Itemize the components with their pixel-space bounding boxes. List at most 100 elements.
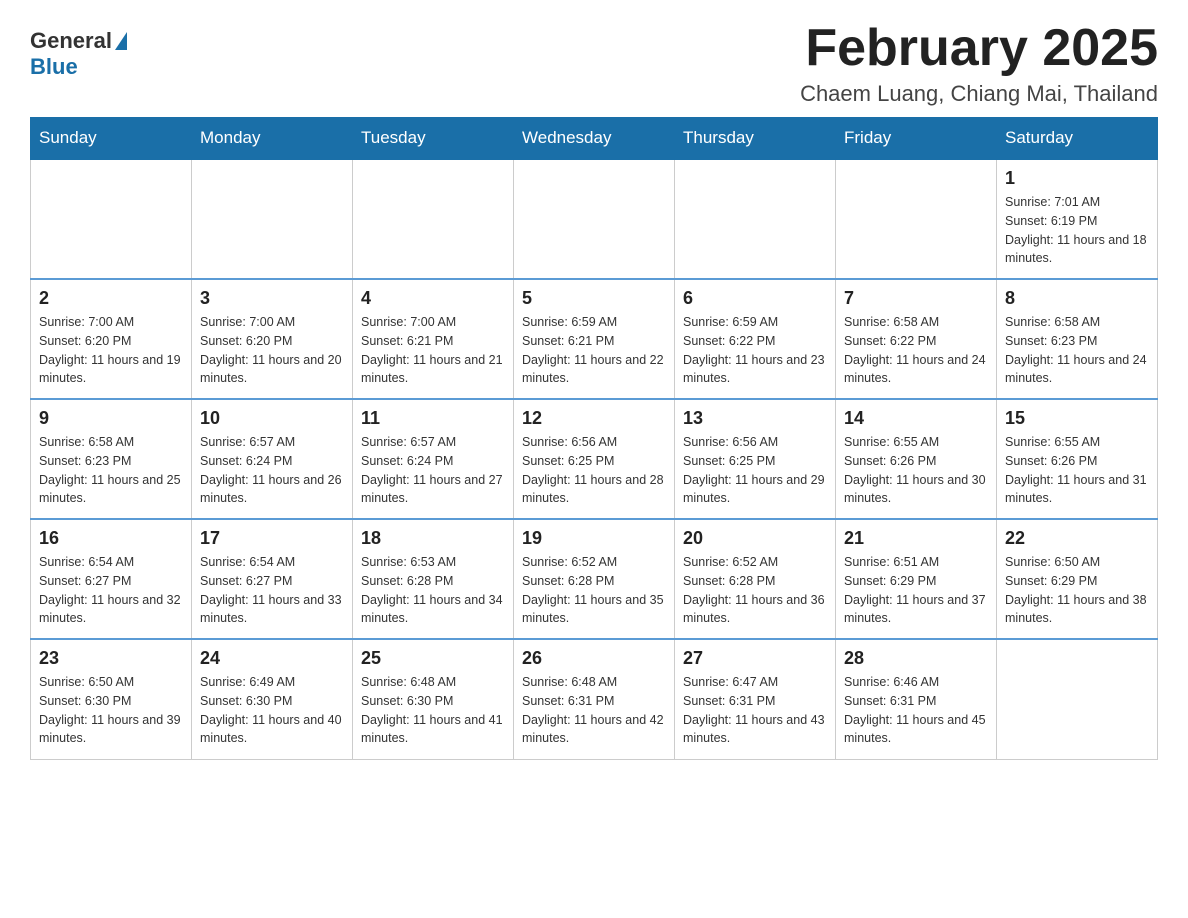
calendar-cell-w1-d2	[353, 159, 514, 279]
header-friday: Friday	[836, 118, 997, 160]
sunset-text: Sunset: 6:25 PM	[683, 452, 827, 471]
daylight-text: Daylight: 11 hours and 25 minutes.	[39, 471, 183, 509]
sunrise-text: Sunrise: 6:56 AM	[683, 433, 827, 452]
sunrise-text: Sunrise: 6:54 AM	[39, 553, 183, 572]
sunrise-text: Sunrise: 6:59 AM	[522, 313, 666, 332]
sunset-text: Sunset: 6:30 PM	[200, 692, 344, 711]
calendar-cell-w4-d3: 19Sunrise: 6:52 AMSunset: 6:28 PMDayligh…	[514, 519, 675, 639]
calendar-cell-w3-d6: 15 Sunrise: 6:55 AMSunset: 6:26 PMDayligh…	[997, 399, 1158, 519]
day-number: 26	[522, 648, 666, 669]
sunrise-text: Sunrise: 6:55 AM	[844, 433, 988, 452]
calendar-cell-w1-d4	[675, 159, 836, 279]
daylight-text: Daylight: 11 hours and 26 minutes.	[200, 471, 344, 509]
day-info: Sunrise: 6:48 AMSunset: 6:30 PMDaylight:…	[361, 673, 505, 748]
sunset-text: Sunset: 6:23 PM	[1005, 332, 1149, 351]
daylight-text: Daylight: 11 hours and 27 minutes.	[361, 471, 505, 509]
header-tuesday: Tuesday	[353, 118, 514, 160]
day-info: Sunrise: 6:58 AMSunset: 6:23 PMDaylight:…	[1005, 313, 1149, 388]
week-row-1: 1Sunrise: 7:01 AMSunset: 6:19 PMDaylight…	[31, 159, 1158, 279]
day-number: 2	[39, 288, 183, 309]
week-row-4: 16Sunrise: 6:54 AMSunset: 6:27 PMDayligh…	[31, 519, 1158, 639]
sunrise-text: Sunrise: 6:48 AM	[361, 673, 505, 692]
location-title: Chaem Luang, Chiang Mai, Thailand	[800, 81, 1158, 107]
sunset-text: Sunset: 6:26 PM	[1005, 452, 1149, 471]
daylight-text: Daylight: 11 hours and 36 minutes.	[683, 591, 827, 629]
day-info: Sunrise: 7:01 AMSunset: 6:19 PMDaylight:…	[1005, 193, 1149, 268]
month-title: February 2025	[800, 20, 1158, 77]
day-info: Sunrise: 6:58 AMSunset: 6:22 PMDaylight:…	[844, 313, 988, 388]
daylight-text: Daylight: 11 hours and 29 minutes.	[683, 471, 827, 509]
sunset-text: Sunset: 6:20 PM	[39, 332, 183, 351]
header-sunday: Sunday	[31, 118, 192, 160]
sunset-text: Sunset: 6:25 PM	[522, 452, 666, 471]
page-header: General Blue February 2025 Chaem Luang, …	[30, 20, 1158, 107]
calendar-cell-w4-d2: 18Sunrise: 6:53 AMSunset: 6:28 PMDayligh…	[353, 519, 514, 639]
sunset-text: Sunset: 6:29 PM	[1005, 572, 1149, 591]
daylight-text: Daylight: 11 hours and 20 minutes.	[200, 351, 344, 389]
day-info: Sunrise: 6:46 AMSunset: 6:31 PMDaylight:…	[844, 673, 988, 748]
daylight-text: Daylight: 11 hours and 45 minutes.	[844, 711, 988, 749]
calendar-cell-w3-d4: 13 Sunrise: 6:56 AMSunset: 6:25 PMDayligh…	[675, 399, 836, 519]
daylight-text: Daylight: 11 hours and 24 minutes.	[1005, 351, 1149, 389]
week-row-3: 9Sunrise: 6:58 AMSunset: 6:23 PMDaylight…	[31, 399, 1158, 519]
logo: General Blue	[30, 20, 127, 80]
sunset-text: Sunset: 6:30 PM	[39, 692, 183, 711]
day-number: 12	[522, 408, 666, 429]
day-info: Sunrise: 6:56 AMSunset: 6:25 PMDaylight:…	[683, 433, 827, 508]
daylight-text: Daylight: 11 hours and 41 minutes.	[361, 711, 505, 749]
day-number: 3	[200, 288, 344, 309]
daylight-text: Daylight: 11 hours and 38 minutes.	[1005, 591, 1149, 629]
calendar-cell-w4-d0: 16 Sunrise: 6:54 AMSunset: 6:27 PMDayligh…	[31, 519, 192, 639]
day-info: Sunrise: 6:59 AMSunset: 6:21 PMDaylight:…	[522, 313, 666, 388]
sunset-text: Sunset: 6:24 PM	[200, 452, 344, 471]
sunrise-text: Sunrise: 6:59 AM	[683, 313, 827, 332]
sunrise-text: Sunrise: 6:50 AM	[39, 673, 183, 692]
day-number: 8	[1005, 288, 1149, 309]
day-number: 5	[522, 288, 666, 309]
sunrise-text: Sunrise: 6:58 AM	[39, 433, 183, 452]
calendar-cell-w1-d0	[31, 159, 192, 279]
daylight-text: Daylight: 11 hours and 35 minutes.	[522, 591, 666, 629]
sunset-text: Sunset: 6:21 PM	[522, 332, 666, 351]
calendar-table: Sunday Monday Tuesday Wednesday Thursday…	[30, 117, 1158, 760]
day-number: 15	[1005, 408, 1149, 429]
sunset-text: Sunset: 6:31 PM	[683, 692, 827, 711]
day-info: Sunrise: 6:50 AMSunset: 6:30 PMDaylight:…	[39, 673, 183, 748]
day-info: Sunrise: 6:54 AMSunset: 6:27 PMDaylight:…	[39, 553, 183, 628]
day-number: 27	[683, 648, 827, 669]
day-number: 7	[844, 288, 988, 309]
day-info: Sunrise: 6:50 AMSunset: 6:29 PMDaylight:…	[1005, 553, 1149, 628]
sunrise-text: Sunrise: 7:00 AM	[361, 313, 505, 332]
sunset-text: Sunset: 6:21 PM	[361, 332, 505, 351]
daylight-text: Daylight: 11 hours and 39 minutes.	[39, 711, 183, 749]
day-number: 24	[200, 648, 344, 669]
calendar-cell-w1-d3	[514, 159, 675, 279]
sunrise-text: Sunrise: 6:52 AM	[683, 553, 827, 572]
day-number: 23	[39, 648, 183, 669]
sunset-text: Sunset: 6:27 PM	[200, 572, 344, 591]
calendar-cell-w2-d5: 7 Sunrise: 6:58 AMSunset: 6:22 PMDaylight…	[836, 279, 997, 399]
sunset-text: Sunset: 6:19 PM	[1005, 212, 1149, 231]
calendar-cell-w5-d4: 27Sunrise: 6:47 AMSunset: 6:31 PMDayligh…	[675, 639, 836, 759]
sunset-text: Sunset: 6:28 PM	[522, 572, 666, 591]
day-number: 11	[361, 408, 505, 429]
logo-general-label: General	[30, 28, 112, 54]
week-row-5: 23Sunrise: 6:50 AMSunset: 6:30 PMDayligh…	[31, 639, 1158, 759]
day-number: 16	[39, 528, 183, 549]
daylight-text: Daylight: 11 hours and 31 minutes.	[1005, 471, 1149, 509]
day-info: Sunrise: 6:54 AMSunset: 6:27 PMDaylight:…	[200, 553, 344, 628]
sunrise-text: Sunrise: 6:57 AM	[361, 433, 505, 452]
sunrise-text: Sunrise: 6:56 AM	[522, 433, 666, 452]
sunrise-text: Sunrise: 6:58 AM	[1005, 313, 1149, 332]
day-info: Sunrise: 6:53 AMSunset: 6:28 PMDaylight:…	[361, 553, 505, 628]
day-info: Sunrise: 6:55 AMSunset: 6:26 PMDaylight:…	[1005, 433, 1149, 508]
day-number: 13	[683, 408, 827, 429]
calendar-cell-w2-d1: 3Sunrise: 7:00 AMSunset: 6:20 PMDaylight…	[192, 279, 353, 399]
day-number: 10	[200, 408, 344, 429]
sunrise-text: Sunrise: 6:53 AM	[361, 553, 505, 572]
day-info: Sunrise: 7:00 AMSunset: 6:20 PMDaylight:…	[39, 313, 183, 388]
calendar-cell-w4-d1: 17Sunrise: 6:54 AMSunset: 6:27 PMDayligh…	[192, 519, 353, 639]
day-info: Sunrise: 6:48 AMSunset: 6:31 PMDaylight:…	[522, 673, 666, 748]
day-info: Sunrise: 6:57 AMSunset: 6:24 PMDaylight:…	[361, 433, 505, 508]
calendar-cell-w2-d4: 6Sunrise: 6:59 AMSunset: 6:22 PMDaylight…	[675, 279, 836, 399]
